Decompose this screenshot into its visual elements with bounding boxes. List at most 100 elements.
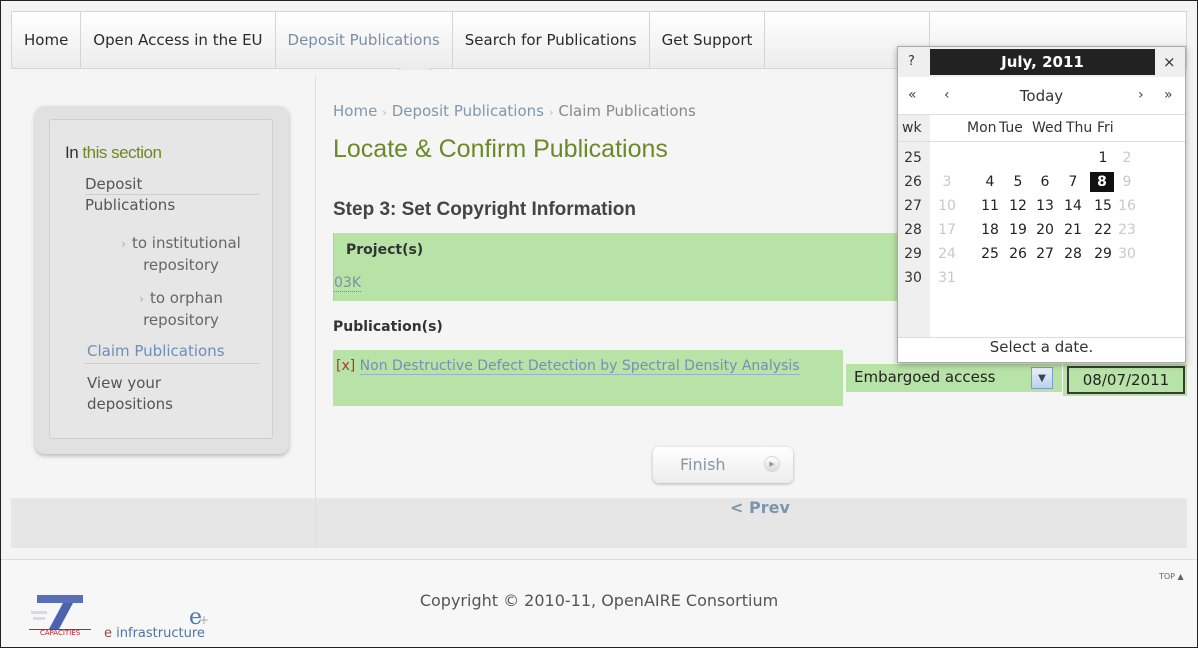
calendar-divider (898, 141, 1185, 142)
step-title: Step 3: Set Copyright Information (333, 199, 636, 220)
calendar-day[interactable]: 16 (1114, 196, 1140, 216)
calendar-day[interactable]: 2 (1114, 148, 1140, 168)
calendar-day[interactable]: 11 (977, 196, 1003, 216)
calendar-day[interactable]: 15 (1090, 196, 1116, 216)
calendar-week-number: 28 (904, 222, 922, 238)
chevron-down-icon[interactable]: ▼ (1031, 367, 1053, 389)
content-lower-band (11, 498, 1187, 548)
calendar-day[interactable]: 5 (1005, 172, 1031, 192)
access-select[interactable]: Embargoed access (854, 368, 995, 386)
calendar-week-number: 27 (904, 198, 922, 214)
calendar-day[interactable]: 17 (934, 220, 960, 240)
sidebar-divider (85, 194, 259, 195)
calendar-week-number: 30 (904, 270, 922, 286)
calendar-day[interactable]: 22 (1090, 220, 1116, 240)
calendar-day[interactable]: 14 (1060, 196, 1086, 216)
calendar-day[interactable]: 7 (1060, 172, 1086, 192)
publication-title-link[interactable]: Non Destructive Defect Detection by Spec… (359, 358, 800, 375)
calendar-day[interactable]: 19 (1005, 220, 1031, 240)
sidebar-heading-prefix: In (65, 143, 79, 162)
calendar-wk-header: wk (902, 120, 922, 136)
chevron-right-icon: › (139, 292, 144, 306)
calendar-day[interactable]: 20 (1032, 220, 1058, 240)
project-link[interactable]: 03K (334, 275, 361, 292)
calendar-week-number: 29 (904, 246, 922, 262)
calendar-week-number: 26 (904, 174, 922, 190)
calendar-day[interactable]: 23 (1114, 220, 1140, 240)
calendar-weekday-header: Fri (1097, 120, 1114, 136)
column-divider (315, 76, 316, 548)
breadcrumb: Home › Deposit Publications › Claim Publicat… (333, 102, 696, 120)
play-icon: ▶ (764, 456, 780, 472)
sidebar-heading: In this section (65, 143, 162, 163)
calendar-day[interactable]: 3 (934, 172, 960, 192)
finish-button[interactable]: Finish ▶ (653, 447, 793, 483)
calendar-day[interactable]: 4 (977, 172, 1003, 192)
calendar-day[interactable]: 24 (934, 244, 960, 264)
calendar-day[interactable]: 18 (977, 220, 1003, 240)
calendar-day[interactable]: 1 (1090, 148, 1116, 168)
calendar-day[interactable]: 25 (977, 244, 1003, 264)
nav-home[interactable]: Home (12, 12, 82, 68)
nav-deposit-publications[interactable]: Deposit Publications (276, 12, 453, 68)
calendar-status-text: Select a date. (989, 338, 1094, 356)
calendar-day[interactable]: 9 (1114, 172, 1140, 192)
publication-entry: [x] Non Destructive Defect Detection by … (336, 355, 806, 377)
next-month-icon[interactable]: › (1138, 87, 1144, 103)
page-title: Locate & Confirm Publications (333, 135, 668, 163)
calendar-day[interactable]: 26 (1005, 244, 1031, 264)
publications-label: Publication(s) (333, 319, 443, 335)
sidebar-item-claim-publications[interactable]: Claim Publications (87, 341, 225, 362)
plus-icon: + (199, 613, 210, 627)
prev-year-icon[interactable]: « (908, 87, 917, 103)
nav-open-access[interactable]: Open Access in the EU (81, 12, 276, 68)
close-icon[interactable]: × (1163, 53, 1176, 71)
calendar-day[interactable]: 31 (934, 268, 960, 288)
date-picker-popup: ? July, 2011 × Today « ‹ › » wk Mon Tue … (897, 46, 1186, 363)
calendar-week-number: 25 (904, 150, 922, 166)
remove-publication-button[interactable]: [x] (336, 358, 355, 374)
calendar-day[interactable]: 12 (1005, 196, 1031, 216)
chevron-right-icon: › (121, 237, 126, 251)
e-infrastructure-logo-text: e infrastructure (104, 626, 205, 641)
breadcrumb-home[interactable]: Home (333, 102, 377, 120)
sidebar-heading-highlight: this section (82, 143, 162, 162)
calendar-day[interactable]: 30 (1114, 244, 1140, 264)
breadcrumb-deposit[interactable]: Deposit Publications (392, 102, 544, 120)
breadcrumb-separator-icon: › (382, 106, 387, 119)
calendar-weekday-header: Wed (1032, 120, 1063, 136)
calendar-day[interactable]: 28 (1060, 244, 1086, 264)
calendar-weekday-header: Thu (1066, 120, 1093, 136)
sidebar-item-institutional-repository[interactable]: › to institutional repository (101, 233, 261, 276)
page-frame: Home Open Access in the EU Deposit Publi… (0, 0, 1198, 648)
prev-month-icon[interactable]: ‹ (944, 87, 950, 103)
project-label: Project(s) (346, 242, 424, 258)
calendar-day[interactable]: 10 (934, 196, 960, 216)
sidebar-divider (85, 363, 259, 364)
calendar-weekday-header: Mon (967, 120, 997, 136)
nav-get-support[interactable]: Get Support (650, 12, 766, 68)
breadcrumb-separator-icon: › (548, 106, 554, 119)
capacities-logo-text: CAPACITIES (39, 629, 81, 637)
finish-button-label: Finish (680, 455, 726, 474)
back-to-top-link[interactable]: TOP ▲ (1159, 572, 1184, 581)
breadcrumb-current: Claim Publications (558, 102, 696, 120)
calendar-day-selected[interactable]: 8 (1090, 172, 1114, 192)
calendar-day[interactable]: 27 (1032, 244, 1058, 264)
calendar-month-title: July, 2011 (1001, 53, 1084, 71)
nav-search-publications[interactable]: Search for Publications (453, 12, 650, 68)
calendar-day[interactable]: 29 (1090, 244, 1116, 264)
next-year-icon[interactable]: » (1164, 87, 1173, 103)
calendar-divider (898, 114, 1185, 115)
calendar-day[interactable]: 21 (1060, 220, 1086, 240)
calendar-day[interactable]: 6 (1032, 172, 1058, 192)
calendar-day[interactable]: 13 (1032, 196, 1058, 216)
copyright-text: Copyright © 2010-11, OpenAIRE Consortium (419, 591, 779, 610)
prev-link[interactable]: < Prev (730, 498, 790, 517)
embargo-date-input[interactable]: 08/07/2011 (1067, 366, 1185, 394)
calendar-weekday-header: Tue (999, 120, 1023, 136)
sidebar-item-view-depositions[interactable]: View your depositions (87, 373, 227, 415)
sidebar-item-orphan-repository[interactable]: › to orphan repository (101, 288, 261, 331)
sidebar-item-deposit-publications[interactable]: Deposit Publications (85, 174, 235, 216)
calendar-help-button[interactable]: ? (908, 54, 915, 69)
